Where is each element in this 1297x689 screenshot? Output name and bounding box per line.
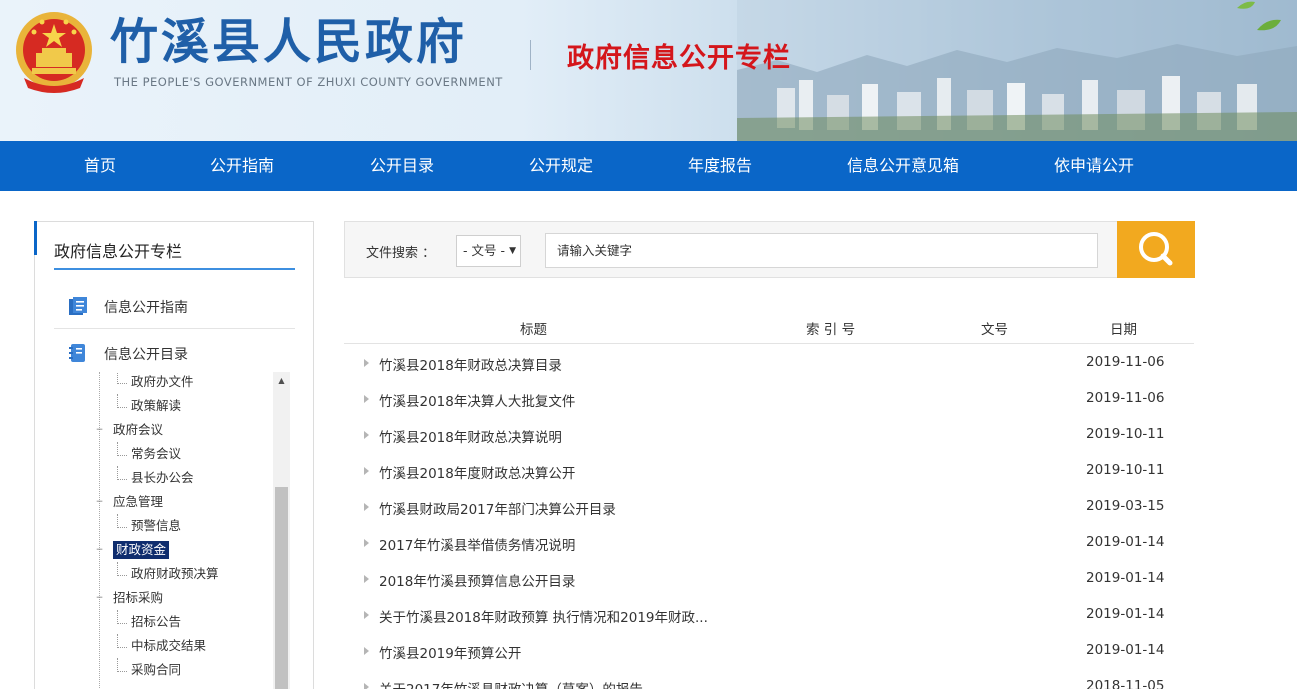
row-title-link[interactable]: 竹溪县2018年财政总决算说明 [379, 426, 562, 446]
sidebar-item-label: 信息公开指南 [104, 300, 188, 316]
nav-disclosure-rules[interactable]: 公开规定 [529, 141, 593, 191]
column-header-title: 标题 [520, 322, 547, 338]
search-input[interactable]: 请输入关键字 [545, 233, 1098, 268]
table-row: 关于竹溪县2018年财政预算 执行情况和2019年财政... 2019-01-14 [344, 598, 1194, 634]
nav-request-disclosure[interactable]: 依申请公开 [1054, 141, 1134, 191]
sidebar-accent [34, 221, 37, 255]
bullet-arrow-icon [364, 359, 369, 367]
site-header: 竹溪县人民政府 THE PEOPLE'S GOVERNMENT OF ZHUXI… [0, 0, 1297, 141]
bullet-arrow-icon [364, 647, 369, 655]
row-title-link[interactable]: 竹溪县2018年决算人大批复文件 [379, 390, 575, 410]
bullet-arrow-icon [364, 467, 369, 475]
table-row: 竹溪县财政局2017年部门决算公开目录 2019-03-15 [344, 490, 1194, 526]
main-nav: 首页 公开指南 公开目录 公开规定 年度报告 信息公开意见箱 依申请公开 [0, 141, 1297, 191]
search-label: 文件搜索 ： [366, 246, 436, 261]
bullet-arrow-icon [364, 683, 369, 689]
city-skyline-banner [737, 0, 1297, 141]
tree-guide-line [99, 372, 100, 689]
site-subtitle: THE PEOPLE'S GOVERNMENT OF ZHUXI COUNTY … [114, 75, 503, 89]
nav-feedback-box[interactable]: 信息公开意见箱 [847, 141, 959, 191]
row-title-link[interactable]: 2017年竹溪县举借债务情况说明 [379, 534, 575, 554]
table-row: 竹溪县2018年决算人大批复文件 2019-11-06 [344, 382, 1194, 418]
row-date: 2019-01-14 [1086, 642, 1165, 658]
notebook-icon [69, 344, 85, 362]
search-field-select[interactable]: - 文号 - ▼ [456, 235, 521, 267]
row-title-link[interactable]: 关于2017年竹溪县财政决算（草案）的报告 [379, 678, 643, 689]
sidebar-title-underline [54, 268, 295, 270]
row-title-link[interactable]: 竹溪县2019年预算公开 [379, 642, 521, 662]
row-title-link[interactable]: 竹溪县2018年度财政总决算公开 [379, 462, 575, 482]
bullet-arrow-icon [364, 575, 369, 583]
search-button[interactable] [1117, 221, 1195, 278]
table-row: 2017年竹溪县举借债务情况说明 2019-01-14 [344, 526, 1194, 562]
sidebar: 政府信息公开专栏 信息公开指南 信息公开目录 政府办文件 政策解读 − 政府会议 … [34, 221, 314, 689]
row-date: 2019-11-06 [1086, 390, 1165, 406]
sidebar-separator [54, 328, 295, 329]
sidebar-item-disclosure-guide[interactable]: 信息公开指南 [54, 283, 295, 329]
table-row: 竹溪县2018年度财政总决算公开 2019-10-11 [344, 454, 1194, 490]
row-title-link[interactable]: 关于竹溪县2018年财政预算 执行情况和2019年财政... [379, 606, 708, 626]
site-title: 竹溪县人民政府 [110, 14, 468, 70]
sidebar-title: 政府信息公开专栏 [54, 242, 183, 261]
row-date: 2019-01-14 [1086, 570, 1165, 586]
file-search-bar: 文件搜索 ： - 文号 - ▼ 请输入关键字 [344, 221, 1195, 278]
row-title-link[interactable]: 竹溪县2018年财政总决算目录 [379, 354, 562, 374]
collapse-toggle-icon: − [95, 545, 104, 555]
row-date: 2019-10-11 [1086, 426, 1165, 442]
bullet-arrow-icon [364, 611, 369, 619]
nav-disclosure-guide[interactable]: 公开指南 [210, 141, 274, 191]
table-row: 竹溪县2018年财政总决算目录 2019-11-06 [344, 346, 1194, 382]
table-row: 竹溪县2018年财政总决算说明 2019-10-11 [344, 418, 1194, 454]
document-list-icon [69, 297, 87, 315]
collapse-toggle-icon: − [95, 497, 104, 507]
row-date: 2018-11-05 [1086, 678, 1165, 689]
header-divider [530, 40, 531, 70]
column-header-doc-no: 文号 [981, 322, 1008, 338]
scroll-up-arrow-icon[interactable]: ▲ [273, 372, 290, 389]
catalog-tree: 政府办文件 政策解读 − 政府会议 常务会议 县长办公会 − 应急管理 预警信息 −… [85, 372, 290, 689]
bullet-arrow-icon [364, 431, 369, 439]
column-title: 政府信息公开专栏 [567, 43, 791, 74]
nav-disclosure-catalog[interactable]: 公开目录 [370, 141, 434, 191]
table-row: 竹溪县2019年预算公开 2019-01-14 [344, 634, 1194, 670]
row-date: 2019-10-11 [1086, 462, 1165, 478]
sidebar-item-label: 信息公开目录 [104, 347, 188, 363]
bullet-arrow-icon [364, 395, 369, 403]
row-date: 2019-01-14 [1086, 534, 1165, 550]
search-icon [1139, 232, 1173, 266]
collapse-toggle-icon: − [95, 593, 104, 603]
column-header-index: 索 引 号 [806, 322, 856, 338]
national-emblem-icon [16, 12, 92, 93]
row-date: 2019-11-06 [1086, 354, 1165, 370]
column-header-date: 日期 [1110, 322, 1137, 338]
tree-scrollbar[interactable]: ▲ [273, 372, 290, 689]
nav-home[interactable]: 首页 [84, 141, 116, 191]
collapse-toggle-icon: − [95, 425, 104, 435]
row-date: 2019-03-15 [1086, 498, 1165, 514]
dropdown-arrow-icon: ▼ [509, 246, 516, 256]
row-title-link[interactable]: 竹溪县财政局2017年部门决算公开目录 [379, 498, 616, 518]
row-date: 2019-01-14 [1086, 606, 1165, 622]
bullet-arrow-icon [364, 539, 369, 547]
bullet-arrow-icon [364, 503, 369, 511]
table-row: 2018年竹溪县预算信息公开目录 2019-01-14 [344, 562, 1194, 598]
row-title-link[interactable]: 2018年竹溪县预算信息公开目录 [379, 570, 575, 590]
nav-annual-report[interactable]: 年度报告 [688, 141, 752, 191]
scroll-thumb[interactable] [275, 487, 288, 689]
sidebar-item-disclosure-catalog[interactable]: 信息公开目录 [54, 330, 295, 376]
table-header: 标题 索 引 号 文号 日期 [344, 312, 1194, 344]
table-row: 关于2017年竹溪县财政决算（草案）的报告 2018-11-05 [344, 670, 1194, 689]
